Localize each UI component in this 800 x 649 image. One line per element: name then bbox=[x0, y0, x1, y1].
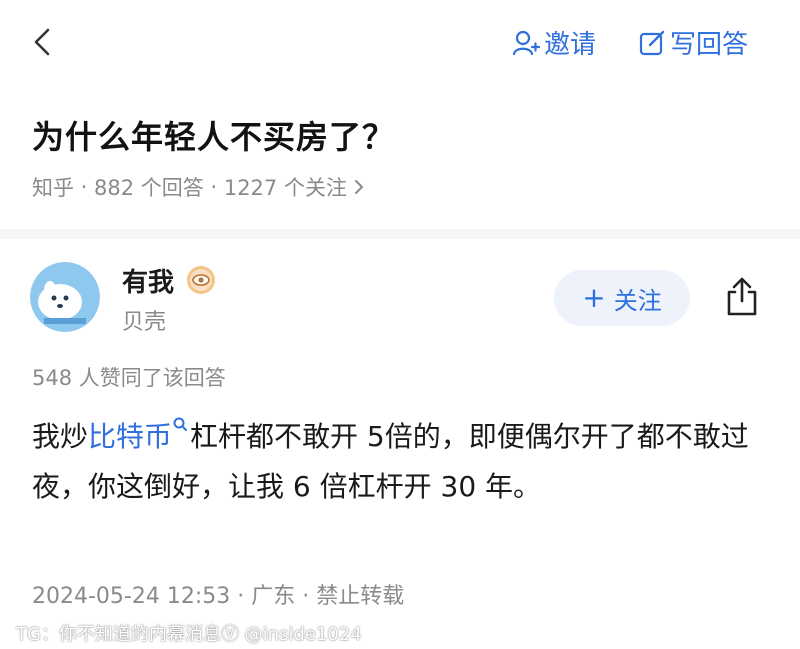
section-divider bbox=[0, 229, 800, 239]
share-button[interactable] bbox=[722, 276, 762, 318]
plus-icon: + bbox=[582, 281, 606, 314]
answer-meta: 2024-05-24 12:53 · 广东 · 禁止转载 bbox=[32, 578, 404, 610]
chevron-right-icon bbox=[354, 180, 363, 194]
search-icon bbox=[173, 417, 188, 431]
eye-badge-icon bbox=[187, 266, 215, 294]
meta-separator: · bbox=[230, 584, 252, 609]
answers-count: 882 个回答 bbox=[94, 176, 204, 200]
copyright-notice: 禁止转载 bbox=[316, 584, 405, 609]
question-source: 知乎 bbox=[32, 176, 74, 200]
answer-date: 2024-05-24 12:53 bbox=[32, 584, 231, 609]
answer-location: 广东 bbox=[251, 584, 296, 609]
author-name[interactable]: 有我 bbox=[122, 262, 174, 299]
meta-separator: · bbox=[295, 584, 317, 609]
chevron-left-icon bbox=[34, 28, 50, 56]
invite-button[interactable]: 邀请 bbox=[512, 24, 596, 61]
avatar-image bbox=[30, 262, 100, 332]
person-plus-icon bbox=[512, 30, 540, 55]
write-answer-label: 写回答 bbox=[670, 30, 749, 60]
followers-count: 1227 个关注 bbox=[223, 176, 347, 200]
edit-icon bbox=[639, 30, 665, 55]
back-button[interactable] bbox=[30, 26, 54, 58]
meta-separator: · bbox=[203, 175, 224, 199]
follow-button[interactable]: + 关注 bbox=[554, 270, 690, 326]
question-meta[interactable]: 知乎 · 882 个回答 · 1227 个关注 bbox=[32, 172, 365, 202]
invite-label: 邀请 bbox=[544, 30, 597, 60]
answer-body: 我炒比特币 杠杆都不敢开 5倍的，即便偶尔开了都不敢过夜，你这倒好，让我 6 倍杠… bbox=[32, 412, 772, 512]
share-icon bbox=[727, 277, 757, 316]
write-answer-button[interactable]: 写回答 bbox=[638, 24, 748, 61]
question-title[interactable]: 为什么年轻人不买房了？ bbox=[32, 112, 395, 158]
answer-text-prefix: 我炒 bbox=[32, 420, 89, 453]
follow-label: 关注 bbox=[613, 286, 662, 315]
vote-count: 548 人赞同了该回答 bbox=[32, 366, 226, 390]
avatar[interactable] bbox=[30, 262, 100, 332]
answer-page: 邀请 写回答 为什么年轻人不买房了？ 知乎 · 882 个回答 · 1227 个… bbox=[0, 0, 800, 649]
meta-separator: · bbox=[74, 175, 95, 199]
watermark-text: TG：你不知道的内幕消息Ⓥ @inside1024 bbox=[16, 624, 362, 645]
author-subtitle: 贝壳 bbox=[122, 310, 167, 335]
keyword-link[interactable]: 比特币 bbox=[88, 420, 172, 453]
